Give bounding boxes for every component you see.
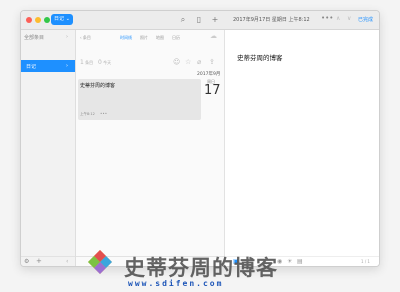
sidebar-item-all-entries[interactable]: 全部条目 — [24, 34, 44, 41]
chevron-right-icon: › — [66, 63, 68, 69]
layout-toggle-icon[interactable]: ▯ — [195, 15, 203, 24]
watermark-site-name: 史蒂芬周的博客 — [124, 255, 278, 280]
entry-editor[interactable]: 史蒂芬周的博客 ▣ ◉ ☀ ▤ 1 / 1 — [225, 30, 379, 266]
share-icon[interactable]: ⇪ — [209, 58, 215, 66]
entry-day-number: 17 — [204, 83, 221, 98]
chevron-right-icon: › — [66, 34, 68, 40]
watermark-logo — [88, 250, 112, 274]
gear-icon[interactable]: ⚙ — [24, 258, 29, 265]
list-toolbar: 1 条目 0 今天 ☺ ☆ ⌀ ⇪ — [76, 58, 224, 68]
view-tabs: ‹ 条目 时间线 照片 地图 日历 ☁ — [76, 30, 224, 44]
tab-calendar[interactable]: 日历 — [172, 35, 180, 41]
today-count: 0 今天 — [98, 59, 112, 66]
sidebar-item-journal[interactable]: 日记 › — [21, 60, 75, 72]
tab-photos[interactable]: 照片 — [140, 35, 148, 41]
more-options-icon[interactable]: ••• — [321, 14, 333, 22]
editor-title[interactable]: 史蒂芬周的博客 — [237, 52, 283, 62]
chevron-down-icon: ⌄ — [65, 16, 70, 22]
done-button[interactable]: 已完成 — [358, 16, 373, 23]
sidebar-footer: ⚙ + ‹ — [21, 256, 75, 266]
search-icon[interactable]: ⌕ — [179, 15, 187, 24]
tab-map[interactable]: 地图 — [156, 35, 164, 41]
entry-list-panel: ‹ 条目 时间线 照片 地图 日历 ☁ 1 条目 0 今天 ☺ ☆ ⌀ ⇪ 20… — [76, 30, 225, 266]
tab-timeline[interactable]: 时间线 — [120, 35, 132, 41]
watermark-url: www.sdifen.com — [128, 279, 224, 288]
format-icon[interactable]: ▤ — [297, 258, 303, 265]
weather-icon[interactable]: ☀ — [287, 258, 292, 265]
new-entry-icon[interactable]: + — [211, 15, 219, 24]
sidebar-item-label: 日记 — [26, 64, 37, 70]
page-indicator: 1 / 1 — [361, 259, 370, 264]
mood-icon[interactable]: ☺ — [173, 58, 180, 66]
app-window: 日记 ⌄ ⌕ ▯ + 2017年9月17日 星期日 上午8:12 ••• ∧ ∨… — [20, 10, 380, 267]
zoom-window-button[interactable] — [44, 17, 50, 23]
entry-more-icon[interactable]: ••• — [100, 111, 107, 116]
journal-selector[interactable]: 日记 ⌄ — [51, 14, 73, 25]
minimize-window-button[interactable] — [35, 17, 41, 23]
next-entry-icon[interactable]: ∨ — [347, 15, 351, 22]
sidebar: 全部条目 › 日记 › ⚙ + ‹ — [21, 30, 76, 266]
entry-count: 1 条目 — [80, 59, 94, 66]
close-window-button[interactable] — [26, 17, 32, 23]
tag-icon[interactable]: ⌀ — [197, 58, 201, 66]
add-journal-icon[interactable]: + — [36, 257, 42, 265]
collapse-sidebar-icon[interactable]: ‹ — [66, 258, 68, 265]
cloud-sync-icon[interactable]: ☁ — [210, 32, 217, 40]
title-bar: 日记 ⌄ ⌕ ▯ + 2017年9月17日 星期日 上午8:12 ••• ∧ ∨… — [21, 11, 379, 30]
entry-date[interactable]: 2017年9月17日 星期日 上午8:12 — [233, 16, 310, 23]
previous-entry-icon[interactable]: ∧ — [336, 15, 340, 22]
star-icon[interactable]: ☆ — [185, 58, 191, 66]
entry-time: 上午8:12 — [80, 112, 95, 116]
entry-title: 史蒂芬周的博客 — [80, 83, 116, 89]
list-item[interactable]: 史蒂芬周的博客 上午8:12 ••• — [78, 79, 201, 120]
tab-entries[interactable]: ‹ 条目 — [80, 35, 91, 41]
month-header: 2017年9月 — [197, 72, 221, 77]
journal-selector-label: 日记 — [54, 16, 65, 22]
